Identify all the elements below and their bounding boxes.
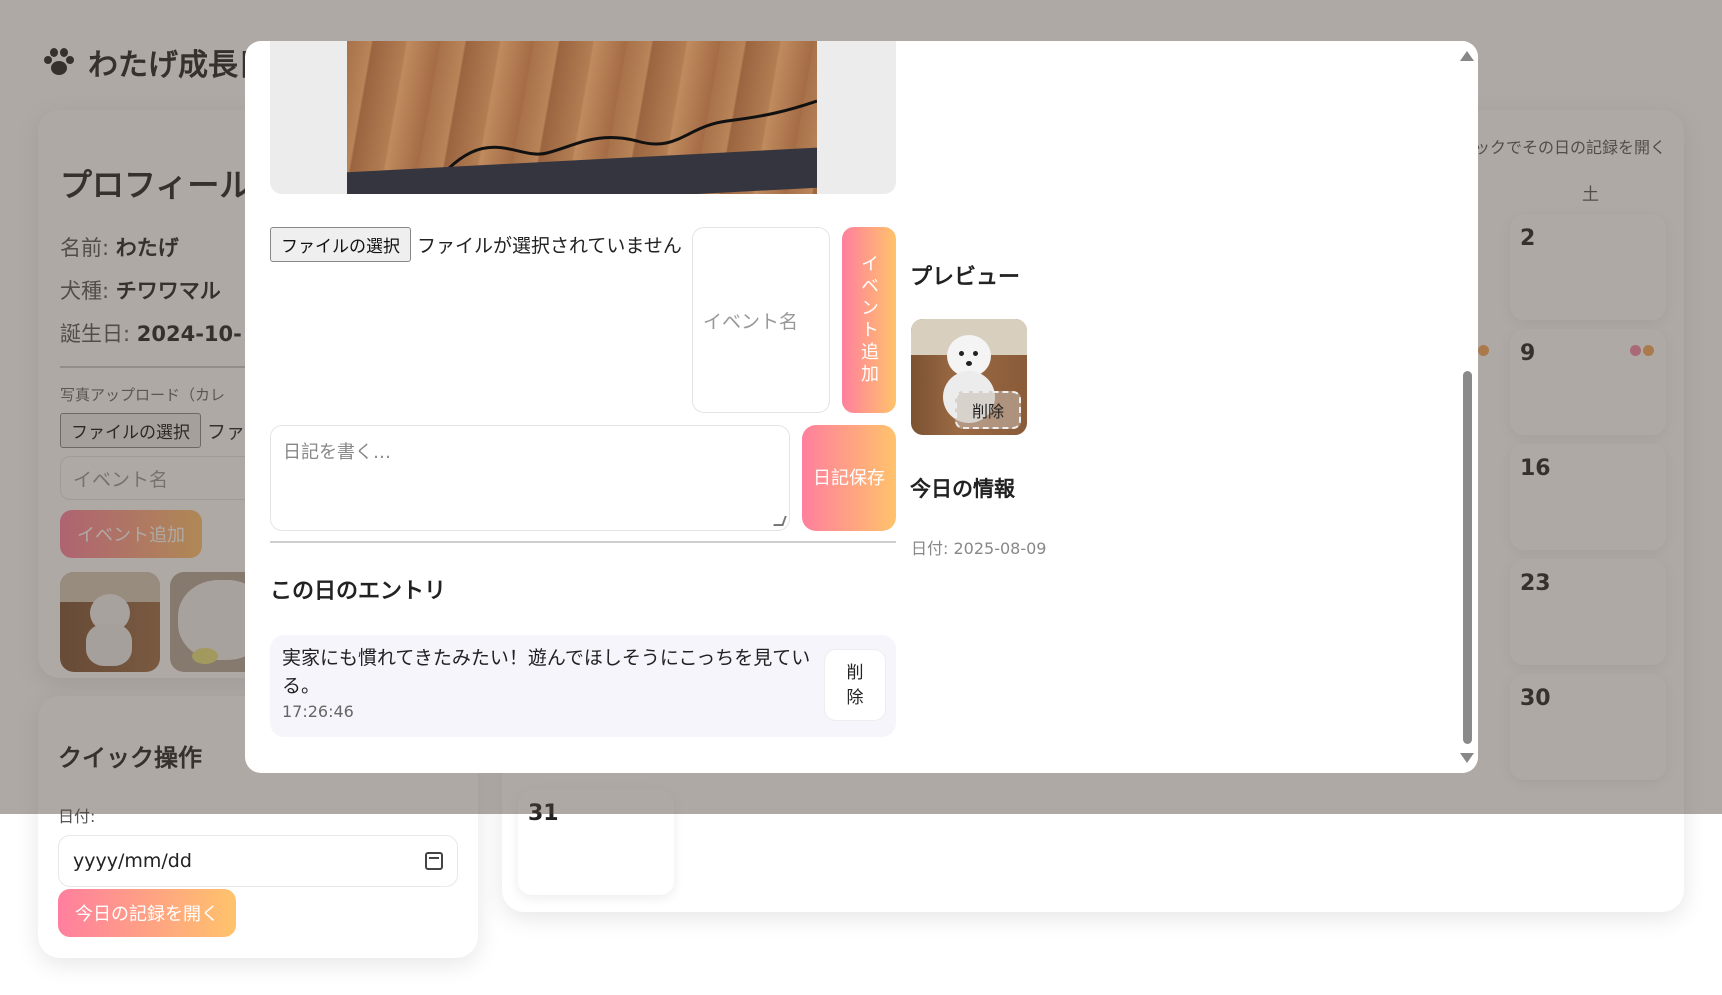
scroll-up-arrow-icon[interactable] bbox=[1460, 51, 1474, 61]
modal-add-event-button[interactable]: イベント追加 bbox=[842, 227, 896, 413]
date-input[interactable]: yyyy/mm/dd bbox=[58, 835, 458, 887]
day-record-modal: ファイルの選択 ファイルが選択されていません イベント名 イベント追加 日記を書… bbox=[245, 41, 1478, 773]
modal-file-status: ファイルが選択されていません bbox=[417, 235, 682, 257]
date-label: 日付: bbox=[911, 539, 949, 558]
preview-image: 削除 bbox=[911, 319, 1027, 435]
save-diary-button[interactable]: 日記保存 bbox=[802, 425, 896, 531]
preview-delete-button[interactable]: 削除 bbox=[955, 391, 1021, 429]
delete-entry-label: 削除 bbox=[846, 662, 864, 708]
divider bbox=[270, 541, 896, 543]
today-date: 日付: 2025-08-09 bbox=[911, 535, 1046, 559]
photo-frame bbox=[270, 41, 896, 194]
diary-textarea[interactable]: 日記を書く… bbox=[270, 425, 790, 531]
modal-file-picker: ファイルの選択 ファイルが選択されていません bbox=[270, 227, 682, 262]
delete-entry-button[interactable]: 削除 bbox=[824, 649, 886, 721]
entry-text: 実家にも慣れてきたみたい！遊んでほしそうにこっちを見ている。 bbox=[282, 647, 811, 697]
today-info-heading: 今日の情報 bbox=[910, 477, 1015, 501]
scroll-down-arrow-icon[interactable] bbox=[1460, 753, 1474, 763]
modal-event-name-input[interactable]: イベント名 bbox=[692, 227, 830, 413]
diary-entry: 実家にも慣れてきたみたい！遊んでほしそうにこっちを見ている。 17:26:46 … bbox=[270, 635, 896, 737]
date-placeholder: yyyy/mm/dd bbox=[73, 850, 192, 872]
calendar-icon[interactable] bbox=[425, 852, 443, 870]
uploaded-photo bbox=[347, 41, 817, 194]
modal-event-placeholder: イベント名 bbox=[703, 310, 799, 333]
preview-heading: プレビュー bbox=[910, 265, 1021, 290]
diary-placeholder: 日記を書く… bbox=[283, 442, 391, 463]
modal-file-select-button[interactable]: ファイルの選択 bbox=[270, 227, 411, 262]
scroll-thumb[interactable] bbox=[1463, 371, 1472, 744]
resize-grip-icon[interactable] bbox=[773, 516, 787, 526]
date-value: 2025-08-09 bbox=[953, 539, 1047, 558]
entries-heading: この日のエントリ bbox=[270, 579, 447, 604]
open-today-button[interactable]: 今日の記録を開く bbox=[58, 889, 236, 937]
modal-scrollbar[interactable] bbox=[1456, 41, 1478, 773]
entry-time: 17:26:46 bbox=[282, 702, 354, 722]
